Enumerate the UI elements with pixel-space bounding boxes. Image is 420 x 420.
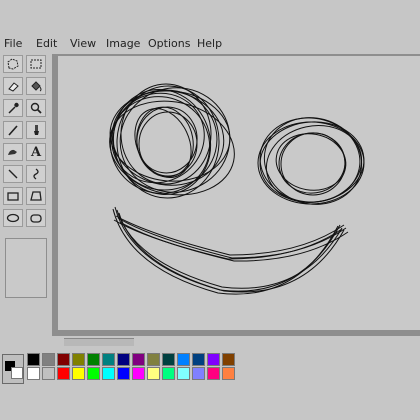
palette-swatch[interactable] <box>162 353 175 366</box>
ellipse-icon <box>6 213 20 223</box>
menu-edit[interactable]: Edit <box>36 37 57 50</box>
status-bar <box>0 386 420 420</box>
fill-bucket-icon <box>31 81 42 92</box>
free-form-select-tool[interactable] <box>3 55 23 73</box>
brush-icon <box>34 125 39 135</box>
palette-swatch[interactable] <box>87 367 100 380</box>
color-palette <box>0 348 420 386</box>
right-eye-scribble <box>257 117 365 205</box>
fill-bucket-tool[interactable] <box>26 77 46 95</box>
menu-image[interactable]: Image <box>106 37 140 50</box>
drawing-canvas[interactable] <box>58 56 420 330</box>
background-color <box>11 367 23 379</box>
magnifier-icon <box>30 102 42 114</box>
palette-swatch[interactable] <box>72 353 85 366</box>
eraser-icon <box>8 82 19 92</box>
menu-options[interactable]: Options <box>148 37 190 50</box>
magnifier-tool[interactable] <box>26 99 46 117</box>
palette-swatch[interactable] <box>132 353 145 366</box>
curve-icon <box>33 168 39 180</box>
palette-swatch[interactable] <box>177 353 190 366</box>
palette-swatch[interactable] <box>27 367 40 380</box>
scrollbar-thumb[interactable] <box>64 338 134 346</box>
toolbox: A <box>0 54 52 344</box>
palette-swatch[interactable] <box>42 353 55 366</box>
palette-swatch[interactable] <box>132 367 145 380</box>
palette-swatch[interactable] <box>207 353 220 366</box>
tool-options-box[interactable] <box>5 238 47 298</box>
palette-swatch[interactable] <box>177 367 190 380</box>
palette-swatch[interactable] <box>57 367 70 380</box>
smiley-drawing <box>109 83 365 295</box>
pencil-tool[interactable] <box>3 121 23 139</box>
ellipse-tool[interactable] <box>3 209 23 227</box>
palette-swatch[interactable] <box>207 367 220 380</box>
palette-swatch[interactable] <box>162 367 175 380</box>
line-tool[interactable] <box>3 165 23 183</box>
text-tool[interactable]: A <box>26 143 46 161</box>
horizontal-scrollbar[interactable] <box>52 336 420 348</box>
menu-view[interactable]: View <box>70 37 96 50</box>
palette-swatch[interactable] <box>192 367 205 380</box>
palette-swatch[interactable] <box>57 353 70 366</box>
rounded-rectangle-icon <box>30 214 42 223</box>
palette-swatch[interactable] <box>42 367 55 380</box>
color-picker-tool[interactable] <box>3 99 23 117</box>
palette-swatch[interactable] <box>102 353 115 366</box>
select-tool[interactable] <box>26 55 46 73</box>
curve-tool[interactable] <box>26 165 46 183</box>
current-colors-indicator[interactable] <box>2 354 24 384</box>
color-picker-icon <box>8 102 19 114</box>
paint-window: File Edit View Image Options Help A <box>0 0 420 420</box>
brush-tool[interactable] <box>26 121 46 139</box>
text-icon: A <box>30 144 42 160</box>
palette-swatch[interactable] <box>192 353 205 366</box>
palette-swatch[interactable] <box>147 353 160 366</box>
left-pupil-scribble <box>134 106 198 178</box>
polygon-tool[interactable] <box>26 187 46 205</box>
palette-swatch[interactable] <box>222 367 235 380</box>
menu-bar: File Edit View Image Options Help <box>0 34 420 54</box>
left-eye-scribble <box>109 83 235 199</box>
palette-swatch[interactable] <box>117 353 130 366</box>
palette-swatch[interactable] <box>72 367 85 380</box>
rounded-rectangle-tool[interactable] <box>26 209 46 227</box>
rectangle-icon <box>7 192 19 201</box>
palette-swatch[interactable] <box>87 353 100 366</box>
palette-swatch[interactable] <box>147 367 160 380</box>
menu-file[interactable]: File <box>4 37 22 50</box>
palette-swatch[interactable] <box>27 353 40 366</box>
menu-help[interactable]: Help <box>197 37 222 50</box>
palette-swatch[interactable] <box>117 367 130 380</box>
polygon-icon <box>30 191 42 201</box>
line-icon <box>8 169 18 179</box>
mouth-scribble <box>112 206 349 295</box>
select-icon <box>30 59 42 69</box>
pencil-icon <box>8 125 18 136</box>
palette-swatch[interactable] <box>102 367 115 380</box>
eraser-tool[interactable] <box>3 77 23 95</box>
palette-swatch[interactable] <box>222 353 235 366</box>
airbrush-icon <box>8 149 17 155</box>
airbrush-tool[interactable] <box>3 143 23 161</box>
rectangle-tool[interactable] <box>3 187 23 205</box>
free-form-select-icon <box>7 58 19 70</box>
